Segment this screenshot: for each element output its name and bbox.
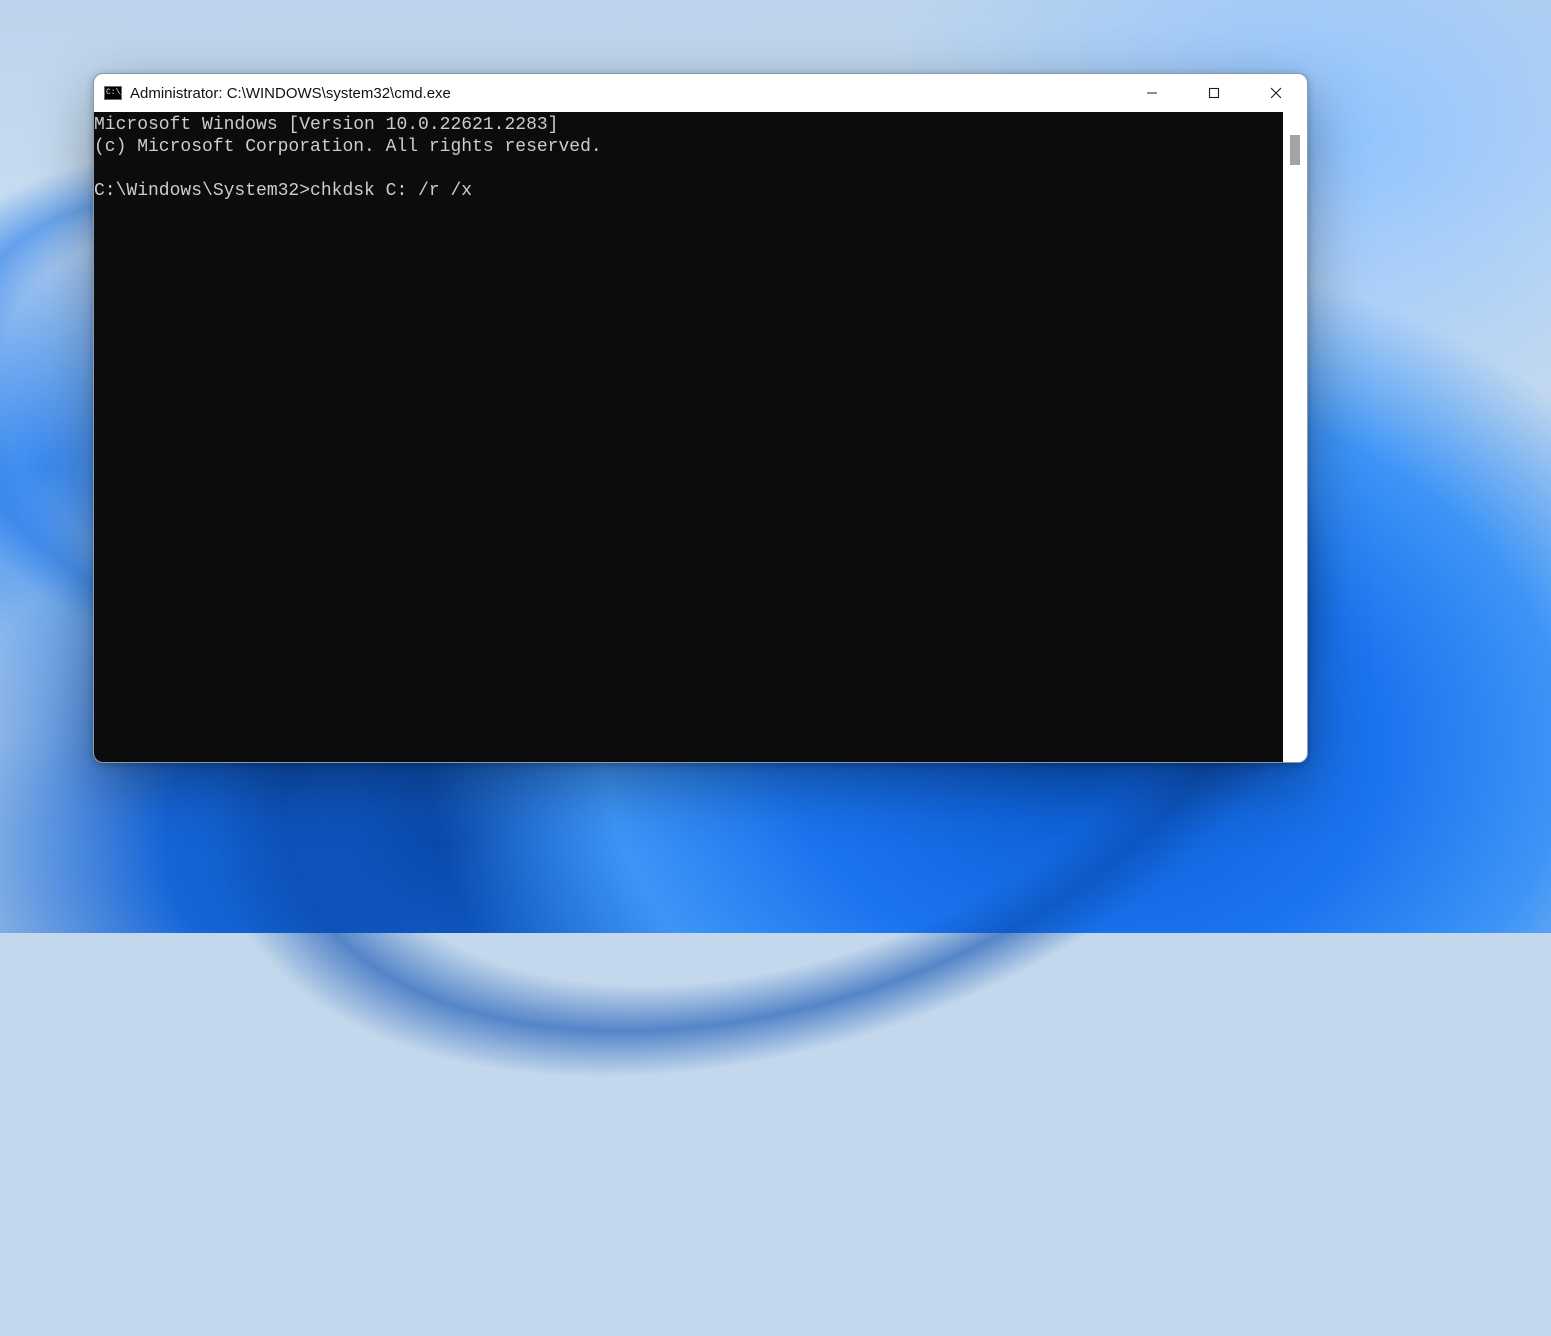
close-icon bbox=[1270, 87, 1282, 99]
minimize-button[interactable] bbox=[1121, 74, 1183, 112]
maximize-icon bbox=[1208, 87, 1220, 99]
minimize-icon bbox=[1146, 87, 1158, 99]
scroll-thumb[interactable] bbox=[1290, 135, 1300, 165]
close-button[interactable] bbox=[1245, 74, 1307, 112]
prompt-path: C:\Windows\System32> bbox=[94, 181, 310, 201]
maximize-button[interactable] bbox=[1183, 74, 1245, 112]
terminal-area: Microsoft Windows [Version 10.0.22621.22… bbox=[94, 112, 1307, 762]
terminal-line: (c) Microsoft Corporation. All rights re… bbox=[94, 137, 602, 157]
titlebar[interactable]: Administrator: C:\WINDOWS\system32\cmd.e… bbox=[94, 74, 1307, 112]
cmd-icon bbox=[104, 86, 122, 100]
window-controls bbox=[1121, 74, 1307, 112]
window-title: Administrator: C:\WINDOWS\system32\cmd.e… bbox=[130, 85, 451, 102]
cmd-window: Administrator: C:\WINDOWS\system32\cmd.e… bbox=[93, 73, 1308, 763]
terminal-prompt: C:\Windows\System32>chkdsk C: /r /x bbox=[94, 181, 472, 201]
scrollbar[interactable] bbox=[1283, 112, 1307, 762]
entered-command: chkdsk C: /r /x bbox=[310, 181, 472, 201]
terminal-line: Microsoft Windows [Version 10.0.22621.22… bbox=[94, 115, 558, 135]
terminal-output[interactable]: Microsoft Windows [Version 10.0.22621.22… bbox=[94, 112, 1283, 762]
